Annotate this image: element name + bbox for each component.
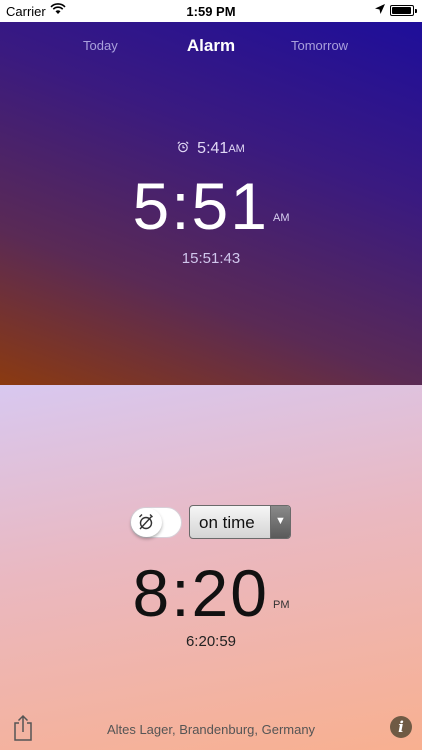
sunrise-time-display: 5:51 AM	[0, 168, 422, 244]
day-tabs: Today Alarm Tomorrow	[0, 36, 422, 62]
footer-bar: Altes Lager, Brandenburg, Germany i	[0, 710, 422, 750]
alarm-panel: Today Alarm Tomorrow 5:41AM 5:51 AM 15:51…	[0, 22, 422, 385]
status-bar: Carrier 1:59 PM	[0, 0, 422, 22]
alarm-ampm: AM	[228, 143, 245, 155]
alarm-time: 5:41	[197, 140, 229, 157]
sunset-big-time: 8:20	[132, 556, 269, 630]
tab-alarm[interactable]: Alarm	[0, 36, 422, 56]
alarm-controls: on time ▼	[0, 505, 422, 539]
alarm-clock-icon	[177, 140, 189, 158]
sunrise-big-time: 5:51	[132, 169, 269, 243]
alarm-time-row: 5:41AM	[0, 140, 422, 158]
timing-dropdown[interactable]: on time ▼	[189, 505, 291, 539]
sunset-panel: on time ▼ 8:20 PM 6:20:59 Altes Lager, Br…	[0, 385, 422, 750]
status-time: 1:59 PM	[186, 4, 236, 19]
location-label: Altes Lager, Brandenburg, Germany	[106, 722, 316, 737]
timing-dropdown-value: on time	[199, 513, 255, 532]
sunset-time-display: 8:20 PM	[0, 555, 422, 631]
tab-tomorrow[interactable]: Tomorrow	[291, 38, 348, 53]
sunset-seconds-time: 6:20:59	[185, 633, 237, 650]
info-icon[interactable]: i	[390, 716, 412, 738]
battery-icon	[390, 5, 417, 16]
location-arrow-icon	[374, 3, 386, 18]
sunset-ampm: PM	[272, 599, 290, 611]
sunrise-ampm: AM	[272, 212, 290, 224]
sunrise-seconds-time: 15:51:43	[181, 250, 241, 267]
toggle-knob[interactable]	[131, 508, 162, 537]
dropdown-arrow-icon[interactable]: ▼	[270, 506, 290, 538]
alarm-toggle[interactable]	[130, 507, 182, 538]
